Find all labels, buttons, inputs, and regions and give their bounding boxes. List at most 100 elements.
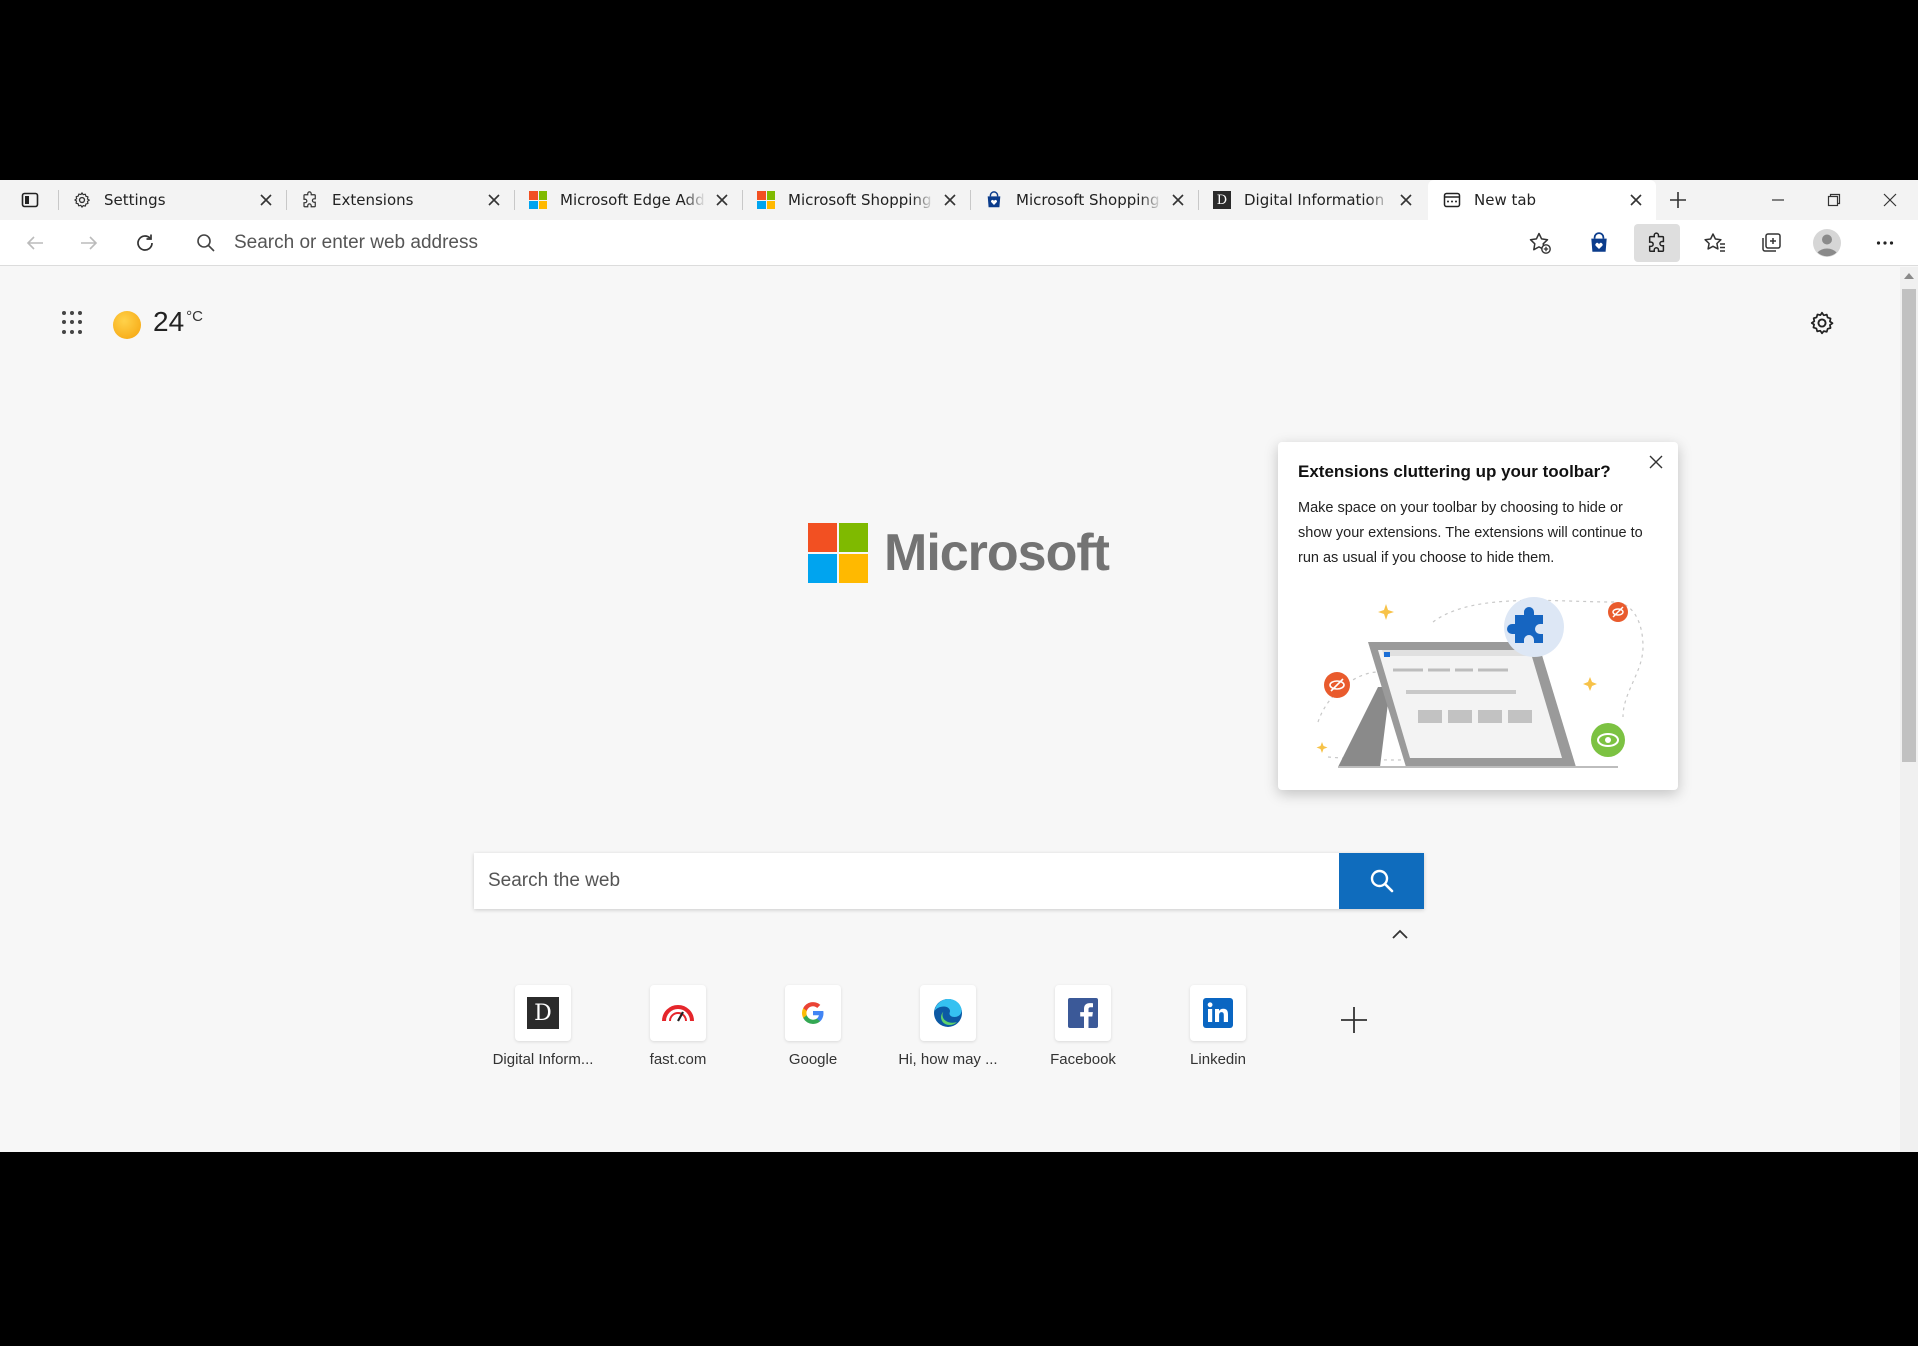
quick-link-tile[interactable] bbox=[920, 985, 976, 1041]
tab-edge-addons[interactable]: Microsoft Edge Add-ons bbox=[514, 180, 742, 220]
back-button[interactable] bbox=[16, 224, 54, 262]
quick-link-tile[interactable] bbox=[650, 985, 706, 1041]
arrow-left-icon bbox=[26, 236, 43, 250]
address-input[interactable] bbox=[234, 229, 1434, 257]
quick-link-tile[interactable] bbox=[1055, 985, 1111, 1041]
settings-more-button[interactable] bbox=[1866, 224, 1904, 262]
microsoft-logo: Microsoft bbox=[808, 523, 1110, 583]
tab-separator bbox=[970, 190, 971, 210]
tab-title: New tab bbox=[1474, 191, 1537, 209]
close-window-button[interactable] bbox=[1870, 185, 1910, 215]
quick-link[interactable]: Facebook bbox=[1023, 985, 1143, 1068]
quick-link-tile[interactable] bbox=[785, 985, 841, 1041]
close-tab-button[interactable] bbox=[1626, 190, 1646, 210]
navigation-toolbar bbox=[0, 220, 1918, 266]
search-button[interactable] bbox=[1339, 853, 1424, 909]
favorites-button[interactable] bbox=[1696, 224, 1734, 262]
puzzle-icon bbox=[1648, 232, 1665, 252]
sun-icon bbox=[113, 311, 141, 339]
profile-button[interactable] bbox=[1808, 224, 1846, 262]
quick-link-label: Digital Inform... bbox=[492, 1051, 594, 1068]
tab-shopping-addon-2[interactable]: Microsoft Shopping Add-on bbox=[970, 180, 1198, 220]
scrollbar-thumb[interactable] bbox=[1902, 289, 1916, 762]
tab-shopping-addon-1[interactable]: Microsoft Shopping Add-on bbox=[742, 180, 970, 220]
tab-new-tab[interactable]: New tab bbox=[1428, 180, 1656, 220]
quick-link[interactable]: Hi, how may ... bbox=[888, 985, 1008, 1068]
close-tab-button[interactable] bbox=[484, 190, 504, 210]
facebook-icon bbox=[1068, 998, 1098, 1028]
close-icon bbox=[1172, 194, 1184, 206]
quick-link-tile[interactable]: D bbox=[515, 985, 571, 1041]
web-search-box[interactable] bbox=[474, 853, 1424, 909]
restore-icon bbox=[1827, 193, 1841, 207]
close-tab-button[interactable] bbox=[256, 190, 276, 210]
quick-link[interactable]: fast.com bbox=[618, 985, 738, 1068]
search-icon bbox=[197, 234, 215, 252]
quick-link-label: Google bbox=[788, 1051, 838, 1068]
tab-separator bbox=[514, 190, 515, 210]
close-tab-button[interactable] bbox=[712, 190, 732, 210]
tab-title: Microsoft Shopping Add-on bbox=[788, 191, 934, 209]
quick-link-label: Hi, how may ... bbox=[898, 1051, 998, 1068]
tab-actions-icon bbox=[21, 192, 39, 208]
page-settings-button[interactable] bbox=[1809, 310, 1835, 340]
quick-link[interactable]: Linkedin bbox=[1158, 985, 1278, 1068]
chevron-up-icon[interactable] bbox=[1390, 927, 1410, 941]
tab-title: Digital Information World bbox=[1244, 191, 1390, 209]
linkedin-icon bbox=[1203, 998, 1233, 1028]
shopping-extension-button[interactable] bbox=[1580, 224, 1618, 262]
speedometer-icon bbox=[662, 1005, 694, 1022]
close-tab-button[interactable] bbox=[940, 190, 960, 210]
tab-title: Microsoft Shopping Add-on bbox=[1016, 191, 1162, 209]
restore-button[interactable] bbox=[1814, 185, 1854, 215]
gear-icon bbox=[72, 190, 92, 210]
scroll-up-arrow-icon[interactable] bbox=[1904, 273, 1914, 279]
quick-link[interactable]: Google bbox=[753, 985, 873, 1068]
forward-button[interactable] bbox=[70, 224, 108, 262]
collections-button[interactable] bbox=[1752, 224, 1790, 262]
extensions-tip-popup: Extensions cluttering up your toolbar? M… bbox=[1278, 442, 1678, 790]
tab-actions-menu-button[interactable] bbox=[14, 188, 46, 212]
weather-widget[interactable]: 24 °C bbox=[113, 306, 203, 339]
tab-title: Microsoft Edge Add-ons bbox=[560, 191, 706, 209]
apps-launcher-button[interactable] bbox=[62, 311, 86, 335]
close-icon bbox=[260, 194, 272, 206]
tab-digital-information-world[interactable]: D Digital Information World bbox=[1198, 180, 1426, 220]
tab-extensions[interactable]: Extensions bbox=[286, 180, 514, 220]
microsoft-logo-icon bbox=[756, 190, 776, 210]
microsoft-logo-icon bbox=[528, 190, 548, 210]
search-icon bbox=[1370, 869, 1393, 893]
tab-separator bbox=[58, 190, 59, 210]
popup-close-button[interactable] bbox=[1646, 452, 1666, 472]
temperature-unit: °C bbox=[186, 308, 203, 325]
tab-settings[interactable]: Settings bbox=[58, 180, 286, 220]
puzzle-icon bbox=[300, 190, 320, 210]
web-search-input[interactable] bbox=[474, 853, 1339, 909]
minimize-button[interactable] bbox=[1758, 185, 1798, 215]
refresh-button[interactable] bbox=[126, 224, 164, 262]
close-icon bbox=[944, 194, 956, 206]
google-g-icon bbox=[802, 1002, 824, 1024]
page-scrollbar[interactable] bbox=[1900, 267, 1918, 1152]
extensions-button[interactable] bbox=[1634, 224, 1680, 262]
close-icon bbox=[1630, 194, 1642, 206]
add-shortcut-plus-icon[interactable] bbox=[1339, 1005, 1369, 1035]
popup-title: Extensions cluttering up your toolbar? bbox=[1298, 462, 1611, 481]
new-tab-icon bbox=[1442, 190, 1462, 210]
gear-icon bbox=[1810, 311, 1834, 335]
address-bar[interactable] bbox=[180, 223, 1551, 263]
close-tab-button[interactable] bbox=[1396, 190, 1416, 210]
close-tab-button[interactable] bbox=[1168, 190, 1188, 210]
quick-link-label: Linkedin bbox=[1190, 1051, 1246, 1068]
tab-title: Extensions bbox=[332, 191, 414, 209]
close-icon bbox=[1883, 193, 1897, 207]
tab-strip: Settings Extensions Microsoft Edge Add-o… bbox=[0, 180, 1918, 220]
logo-text: Microsoft bbox=[884, 524, 1110, 582]
popup-body: Make space on your toolbar by choosing t… bbox=[1298, 500, 1643, 566]
quick-link[interactable]: D Digital Inform... bbox=[483, 985, 603, 1068]
add-favorite-icon[interactable] bbox=[1528, 231, 1552, 255]
quick-link-label: fast.com bbox=[649, 1051, 707, 1068]
quick-link-tile[interactable] bbox=[1190, 985, 1246, 1041]
new-tab-button[interactable] bbox=[1663, 186, 1693, 214]
tab-separator bbox=[742, 190, 743, 210]
